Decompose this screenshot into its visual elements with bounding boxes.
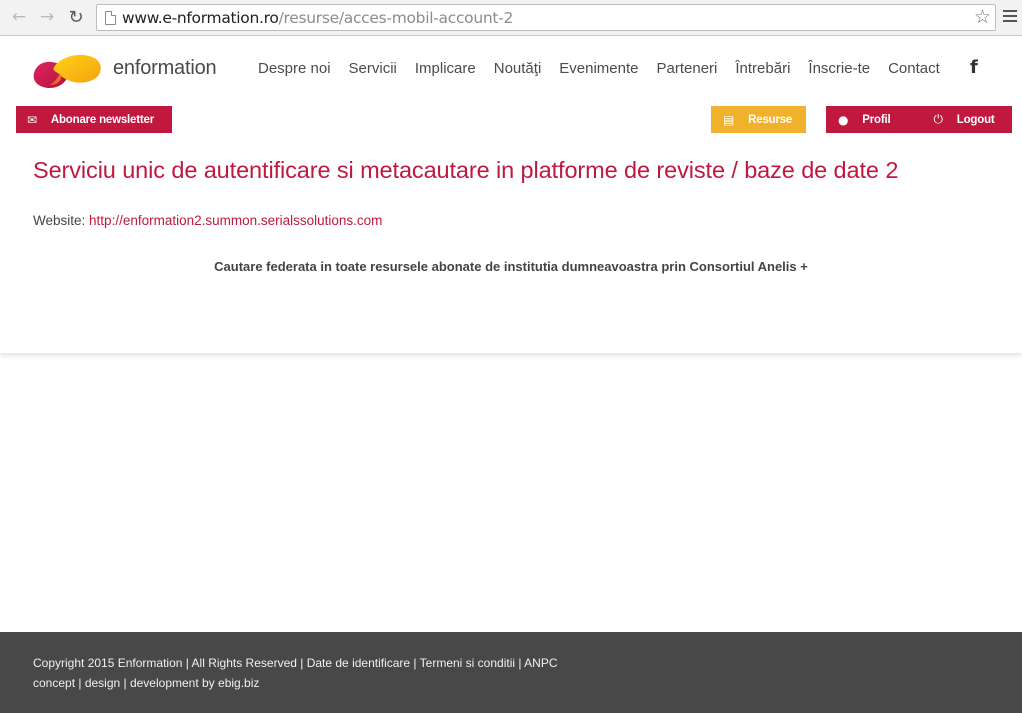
nav-evenimente[interactable]: Evenimente (559, 60, 638, 77)
site-footer: Copyright 2015 Enformation | All Rights … (0, 632, 1022, 713)
address-bar[interactable]: www.e-nformation.ro/resurse/acces-mobil-… (96, 4, 996, 31)
back-arrow-icon[interactable]: ← (8, 6, 30, 28)
user-icon: ● (838, 112, 849, 127)
footer-copyright[interactable]: Copyright 2015 Enformation | All Rights … (33, 656, 558, 670)
nav-noutati[interactable]: Noutăţi (494, 60, 542, 77)
book-icon: ▤ (723, 112, 735, 127)
profil-label: Profil (862, 113, 891, 126)
reload-icon[interactable]: ↻ (65, 6, 87, 28)
url-text[interactable]: www.e-nformation.ro/resurse/acces-mobil-… (122, 9, 513, 27)
resource-card: Serviciu unic de autentificare si metaca… (0, 133, 1022, 353)
nav-parteneri[interactable]: Parteneri (657, 60, 718, 77)
nav-servicii[interactable]: Servicii (349, 60, 397, 77)
newsletter-button[interactable]: ✉ Abonare newsletter (16, 106, 172, 133)
resurse-button[interactable]: ▤ Resurse (711, 106, 806, 133)
website-link[interactable]: http://enformation2.summon.serialssoluti… (89, 213, 382, 228)
resurse-label: Resurse (748, 113, 793, 126)
facebook-icon[interactable]: f (970, 57, 978, 78)
page-title: Serviciu unic de autentificare si metaca… (33, 157, 899, 183)
resource-description: Cautare federata in toate resursele abon… (214, 259, 808, 274)
page-icon (105, 11, 116, 25)
site-header: enformation Despre noi Servicii Implicar… (0, 37, 1022, 105)
power-icon: ⏻ (933, 112, 943, 126)
browser-toolbar: ← → ↻ www.e-nformation.ro/resurse/acces-… (0, 0, 1022, 36)
enformation-logo[interactable] (32, 51, 104, 91)
newsletter-label: Abonare newsletter (50, 113, 154, 126)
url-host: www.e-nformation.ro (122, 9, 279, 27)
footer-credits[interactable]: concept | design | development by ebig.b… (33, 676, 259, 690)
nav-inscrie-te[interactable]: Înscrie-te (808, 60, 870, 77)
forward-arrow-icon[interactable]: → (36, 6, 58, 28)
website-row: Website: http://enformation2.summon.seri… (33, 213, 382, 228)
logout-label: Logout (956, 113, 995, 126)
user-actions-bar: ● Profil ⏻ Logout (826, 106, 1012, 133)
main-nav: Despre noi Servicii Implicare Noutăţi Ev… (258, 60, 958, 77)
envelope-icon: ✉ (27, 112, 37, 127)
nav-contact[interactable]: Contact (888, 60, 940, 77)
browser-menu-icon[interactable] (1003, 10, 1017, 24)
logout-button[interactable]: ⏻ Logout (933, 112, 994, 127)
profil-button[interactable]: ● Profil (838, 112, 891, 127)
website-label: Website: (33, 213, 86, 228)
nav-implicare[interactable]: Implicare (415, 60, 476, 77)
bookmark-star-icon[interactable]: ☆ (974, 6, 991, 28)
url-path: /resurse/acces-mobil-account-2 (278, 9, 514, 27)
brand-name[interactable]: enformation (113, 57, 217, 80)
nav-despre-noi[interactable]: Despre noi (258, 60, 331, 77)
nav-intrebari[interactable]: Întrebări (735, 60, 790, 77)
